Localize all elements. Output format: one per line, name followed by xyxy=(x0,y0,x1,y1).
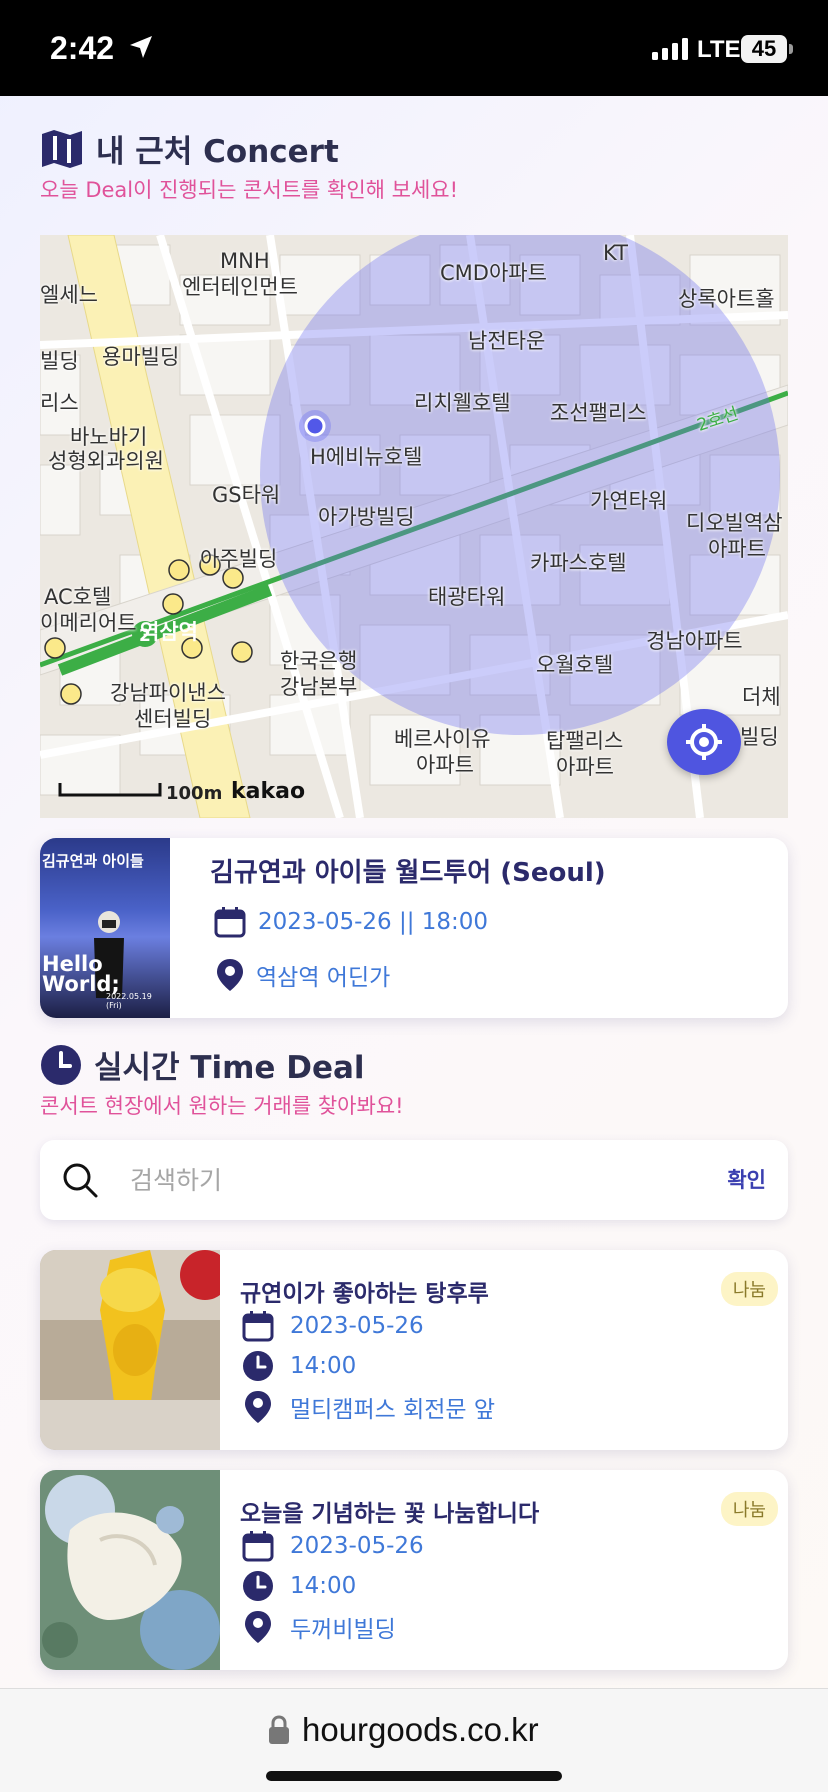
map-label: 이메리어트 xyxy=(40,611,137,635)
map-label: 엘세느 xyxy=(40,283,98,307)
deal-time-row: 14:00 xyxy=(242,1350,356,1382)
deal-date-row: 2023-05-26 xyxy=(242,1530,424,1562)
map-label: 아주빌딩 xyxy=(200,547,278,571)
concert-card[interactable]: 김규연과 아이들 Hello World; 2022.05.19 (Fri) 김… xyxy=(40,838,788,1018)
clock-icon xyxy=(41,1044,81,1085)
signal-icon xyxy=(652,38,688,60)
map-label: 리치웰호텔 xyxy=(414,391,511,415)
home-indicator[interactable] xyxy=(266,1771,562,1781)
deal-badge: 나눔 xyxy=(720,1492,778,1526)
map-label: 남전타운 xyxy=(468,329,546,353)
deal-location-row: 멀티캠퍼스 회전문 앞 xyxy=(242,1390,495,1424)
search-confirm-button[interactable]: 확인 xyxy=(727,1164,766,1194)
map-label: 아파트 xyxy=(416,753,474,777)
deal-time-row: 14:00 xyxy=(242,1570,356,1602)
map-label: 빌딩 xyxy=(40,349,79,373)
clock-icon xyxy=(243,1351,273,1381)
current-location-button[interactable] xyxy=(667,709,741,775)
map-label: H에비뉴호텔 xyxy=(310,445,423,469)
map-label: 가연타워 xyxy=(590,489,668,513)
map-label: CMD아파트 xyxy=(440,261,547,285)
thumbnail-hello: Hello World; xyxy=(42,952,120,996)
map-label: GS타워 xyxy=(212,483,281,507)
crosshair-icon xyxy=(686,724,722,760)
map-label: 더체 xyxy=(742,685,781,709)
map-label: 오월호텔 xyxy=(536,653,614,677)
status-bar: 2:42 LTE 45 xyxy=(0,0,828,96)
concert-section-subtitle: 오늘 Deal이 진행되는 콘서트를 확인해 보세요! xyxy=(40,178,459,202)
deal-title: 규연이가 좋아하는 탕후루 xyxy=(240,1281,489,1307)
map-label: 강남본부 xyxy=(280,675,358,699)
search-bar: 확인 xyxy=(40,1140,788,1220)
map-label-station: 역삼역 xyxy=(140,620,198,644)
map-label: 경남아파트 xyxy=(646,629,743,653)
concert-section-header: 내 근처 Concert xyxy=(40,126,339,171)
map-label: 아파트 xyxy=(556,755,614,779)
calendar-icon xyxy=(242,1531,274,1562)
network-label: LTE xyxy=(697,36,741,63)
map-label: 빌딩 xyxy=(740,725,779,749)
clock-icon xyxy=(243,1571,273,1601)
map-label: 상록아트홀 xyxy=(678,287,775,311)
location-pin-icon xyxy=(245,1611,271,1643)
deal-date: 2023-05-26 xyxy=(290,1313,424,1339)
lock-icon xyxy=(269,1715,289,1744)
deal-thumbnail xyxy=(40,1250,220,1450)
deal-title: 오늘을 기념하는 꽃 나눔합니다 xyxy=(240,1501,540,1527)
map-label: MNH xyxy=(220,249,270,273)
url-text[interactable]: hourgoods.co.kr xyxy=(302,1711,539,1749)
map-label: 카파스호텔 xyxy=(530,551,627,575)
map-label: 조선팰리스 xyxy=(550,401,647,425)
search-icon[interactable] xyxy=(60,1160,100,1200)
concert-datetime: 2023-05-26 || 18:00 xyxy=(258,909,489,935)
battery-icon: 45 xyxy=(741,35,787,63)
map-label: 리스 xyxy=(40,391,79,415)
concert-datetime-row: 2023-05-26 || 18:00 xyxy=(214,906,488,938)
concert-title: 김규연과 아이들 월드투어 (Seoul) xyxy=(210,858,606,888)
deal-card[interactable]: 오늘을 기념하는 꽃 나눔합니다 나눔 2023-05-26 14:00 두꺼비… xyxy=(40,1470,788,1670)
battery-tip xyxy=(789,44,793,54)
location-pin-icon xyxy=(245,1391,271,1423)
location-arrow-icon xyxy=(130,36,152,58)
deal-date-row: 2023-05-26 xyxy=(242,1310,424,1342)
thumbnail-date: 2022.05.19 (Fri) xyxy=(106,992,152,1010)
map-label: 아파트 xyxy=(708,537,766,561)
concert-section-title: 내 근처 Concert xyxy=(96,134,339,170)
deal-section-subtitle: 콘서트 현장에서 원하는 거래를 찾아봐요! xyxy=(40,1094,404,1118)
map-label: 아가방빌딩 xyxy=(318,505,415,529)
map-brand: kakao xyxy=(231,779,306,804)
search-input[interactable] xyxy=(130,1158,630,1202)
deal-time: 14:00 xyxy=(290,1573,357,1599)
map-label: 센터빌딩 xyxy=(134,707,212,731)
status-time: 2:42 xyxy=(50,30,115,66)
browser-url-bar[interactable]: hourgoods.co.kr xyxy=(0,1688,828,1792)
map-view[interactable]: 2 MNH 엔터테인먼트 CMD아파트 KT 상록아트홀 남전타운 용마빌딩 빌… xyxy=(40,235,788,818)
deal-location: 두꺼비빌딩 xyxy=(290,1617,396,1643)
deal-thumbnail xyxy=(40,1470,220,1670)
concert-location-row: 역삼역 어딘가 xyxy=(216,958,390,992)
calendar-icon xyxy=(242,1311,274,1342)
map-label: 용마빌딩 xyxy=(102,345,180,369)
concert-location: 역삼역 어딘가 xyxy=(256,965,391,991)
map-icon xyxy=(42,129,82,168)
map-scale-label: 100m xyxy=(166,783,223,804)
deal-date: 2023-05-26 xyxy=(290,1533,424,1559)
map-label: 성형외과의원 xyxy=(48,449,164,473)
deal-location-row: 두꺼비빌딩 xyxy=(242,1610,396,1644)
deal-time: 14:00 xyxy=(290,1353,357,1379)
map-label: 엔터테인먼트 xyxy=(182,275,298,299)
deal-card[interactable]: 규연이가 좋아하는 탕후루 나눔 2023-05-26 14:00 멀티캠퍼스 … xyxy=(40,1250,788,1450)
concert-thumbnail: 김규연과 아이들 Hello World; 2022.05.19 (Fri) xyxy=(40,838,170,1018)
thumbnail-caption: 김규연과 아이들 xyxy=(42,852,144,870)
map-label: 태광타워 xyxy=(428,585,506,609)
map-label: KT xyxy=(603,241,628,265)
deal-location: 멀티캠퍼스 회전문 앞 xyxy=(290,1397,496,1423)
calendar-icon xyxy=(214,907,246,938)
location-pin-icon xyxy=(217,959,243,991)
deal-section-header: 실시간 Time Deal xyxy=(40,1042,365,1087)
deal-section-title: 실시간 Time Deal xyxy=(94,1050,365,1086)
deal-badge: 나눔 xyxy=(720,1272,778,1306)
